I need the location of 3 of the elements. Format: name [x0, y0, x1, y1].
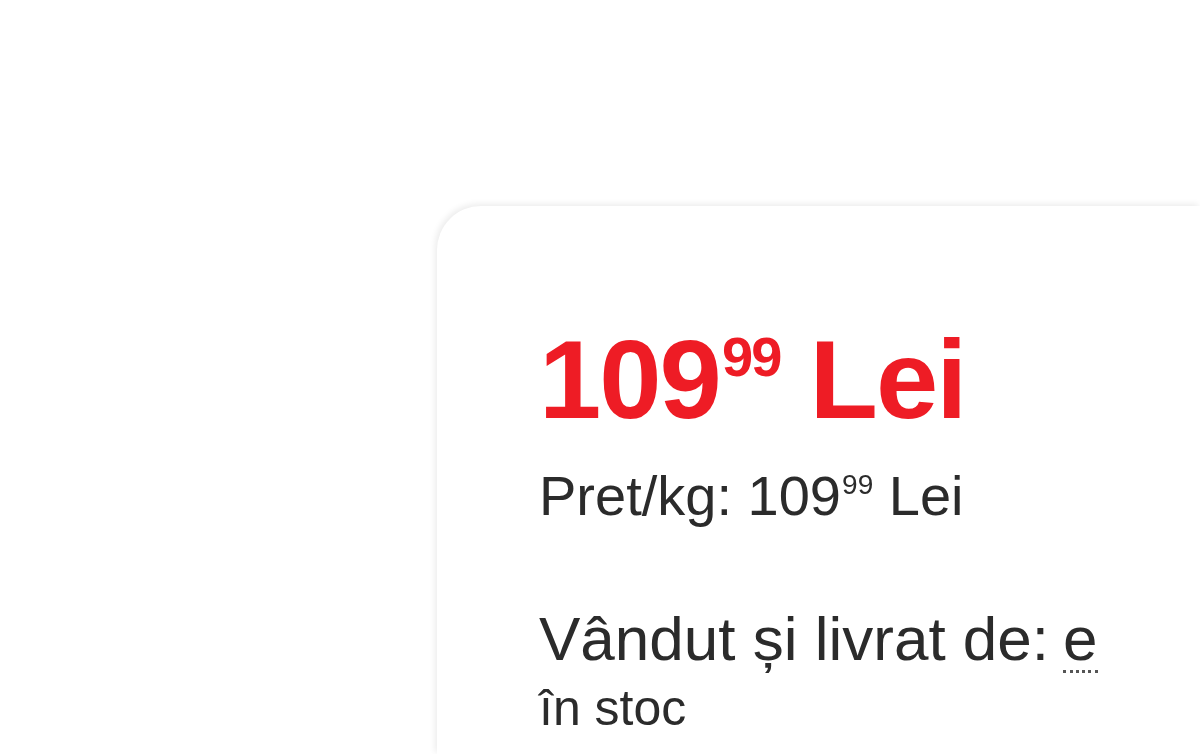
- price: 109$^{99}$ Lei: [539, 324, 966, 436]
- seller-link[interactable]: e: [1063, 608, 1098, 673]
- stock-status: în stoc: [539, 683, 687, 733]
